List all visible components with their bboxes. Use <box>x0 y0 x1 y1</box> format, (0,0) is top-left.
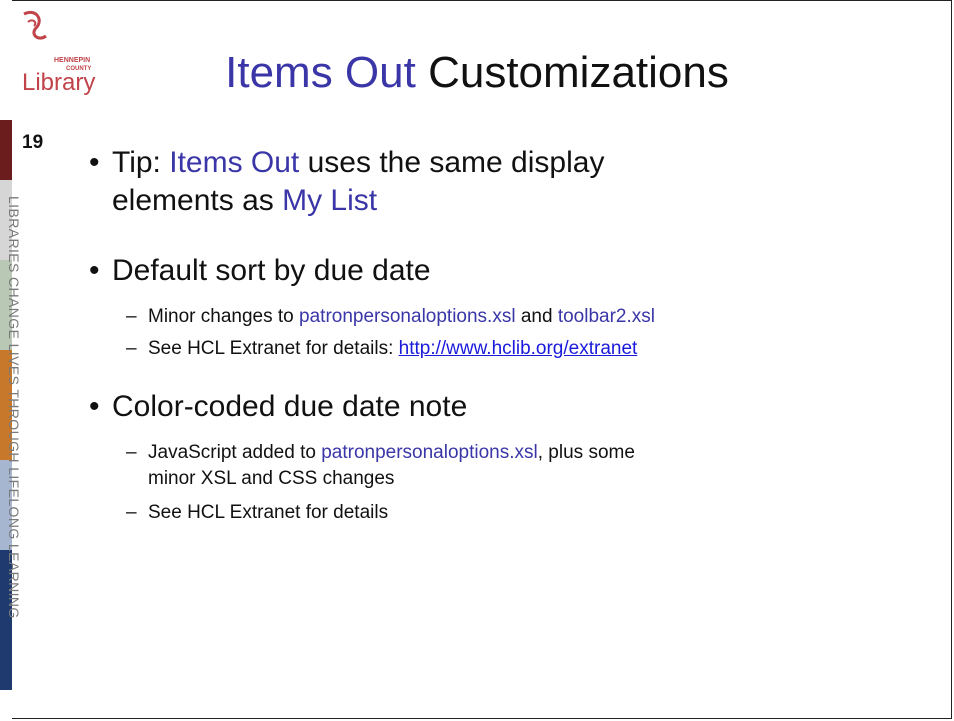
slide-number: 19 <box>22 132 44 153</box>
sub-bullet-see-extranet: – See HCL Extranet for details <box>126 500 389 526</box>
sub-text: minor XSL and CSS changes <box>148 468 395 489</box>
sub-bullet-dash: – <box>126 338 137 359</box>
band-dark-red <box>0 120 12 180</box>
bullet-tip: • Tip: Items Out uses the same display e… <box>89 144 605 220</box>
highlight-file: patronpersonaloptions.xsl <box>299 306 516 327</box>
band-white-bottom <box>0 690 12 721</box>
sub-bullet-dash: – <box>126 306 137 327</box>
highlight-my-list: My List <box>282 184 378 217</box>
bullet-text: uses the same display <box>299 146 605 179</box>
highlight-file: patronpersonaloptions.xsl <box>321 442 538 463</box>
bullet-dot: • <box>89 146 100 179</box>
sub-bullet-dash: – <box>126 502 137 523</box>
highlight-items-out: Items Out <box>169 146 300 179</box>
bullet-dot: • <box>89 254 100 287</box>
bullet-default-sort: • Default sort by due date <box>89 252 431 290</box>
sub-text: See HCL Extranet for details <box>148 502 389 523</box>
slide-title: Items Out Customizations <box>0 48 954 98</box>
sub-bullet-minor-changes: – Minor changes to patronpersonaloptions… <box>126 304 655 330</box>
bullet-text: elements as <box>112 184 283 217</box>
sub-bullet-dash: – <box>126 442 137 463</box>
bullet-dot: • <box>89 390 100 423</box>
bullet-text: Tip: <box>112 146 170 179</box>
sub-text: Minor changes to <box>148 306 300 327</box>
title-rest: Customizations <box>415 48 729 97</box>
bullet-color-coded: • Color-coded due date note <box>89 388 468 426</box>
extranet-link[interactable]: http://www.hclib.org/extranet <box>399 338 638 359</box>
sub-bullet-javascript: – JavaScript added to patronpersonalopti… <box>126 440 635 492</box>
highlight-file: toolbar2.xsl <box>557 306 655 327</box>
sub-text: See HCL Extranet for details: <box>148 338 399 359</box>
tagline-text: LIBRARIES CHANGE LIVES THROUGH LIFELONG … <box>6 196 22 619</box>
title-highlight: Items Out <box>225 48 416 97</box>
bullet-text: Color-coded due date note <box>112 390 468 423</box>
sub-text: JavaScript added to <box>148 442 322 463</box>
bullet-text: Default sort by due date <box>112 254 431 287</box>
vertical-tagline: LIBRARIES CHANGE LIVES THROUGH LIFELONG … <box>4 196 24 666</box>
sub-text: , plus some <box>537 442 635 463</box>
sub-text: and <box>515 306 558 327</box>
sub-bullet-extranet-link: – See HCL Extranet for details: http://w… <box>126 336 638 362</box>
